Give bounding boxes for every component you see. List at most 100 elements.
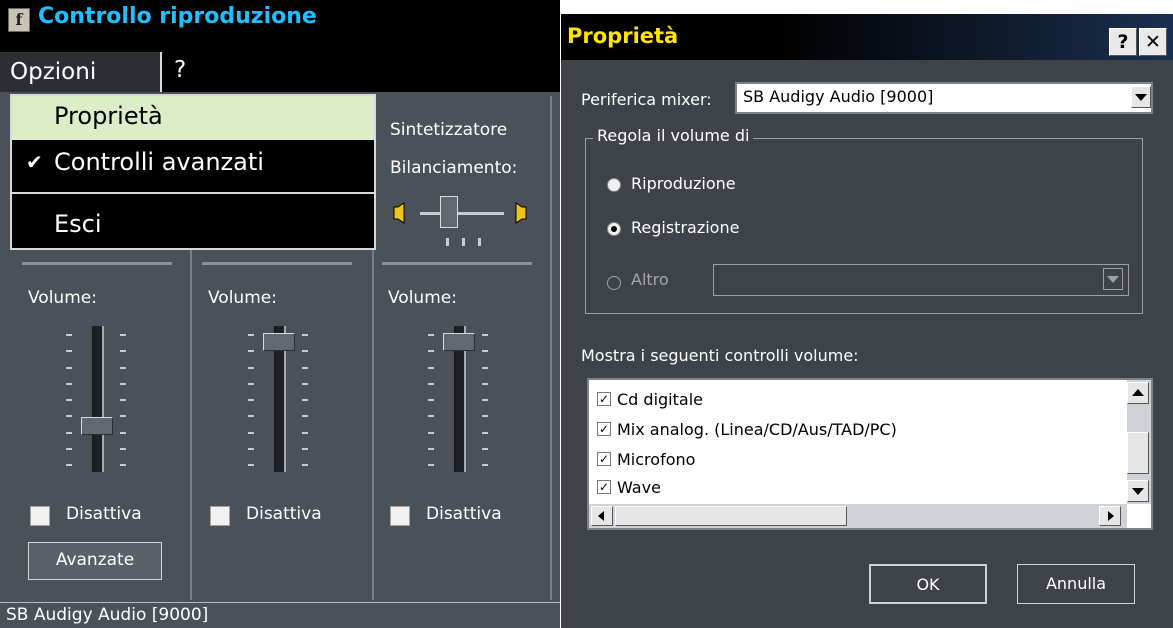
menu-item-controlli-avanzati[interactable]: ✔ Controlli avanzati [12, 142, 374, 186]
volume-tick [120, 431, 126, 434]
volume-tick [482, 464, 488, 466]
status-bar: SB Audigy Audio [9000] [0, 602, 560, 628]
volume-tick [66, 334, 72, 336]
volume-thumb[interactable] [81, 417, 113, 435]
scroll-right-button[interactable] [1099, 506, 1121, 526]
scroll-up-button[interactable] [1127, 382, 1149, 404]
volume-tick [120, 334, 126, 336]
volume-tick [302, 431, 308, 434]
list-item-checkbox[interactable]: ✓ [597, 452, 611, 466]
mixer-dropdown-button[interactable] [1131, 86, 1151, 108]
list-item-checkbox[interactable]: ✓ [597, 392, 611, 406]
volume-tick [66, 382, 72, 385]
scroll-down-button[interactable] [1127, 480, 1149, 502]
volume-tick [302, 447, 308, 450]
menu-item-esci[interactable]: Esci [12, 204, 374, 248]
volume-tick [482, 399, 488, 401]
volume-tick [428, 464, 434, 466]
volume-tick [428, 431, 434, 434]
volume-tick [302, 415, 308, 418]
column-separator [202, 262, 352, 265]
list-item-checkbox[interactable]: ✓ [597, 480, 611, 494]
ok-button[interactable]: OK [869, 564, 987, 604]
radio-altro[interactable] [607, 276, 621, 290]
app-icon[interactable]: f [8, 8, 30, 32]
column-separator [22, 262, 172, 265]
cancel-button[interactable]: Annulla [1017, 564, 1135, 604]
scroll-left-button[interactable] [591, 506, 613, 526]
controls-list[interactable]: ✓ Cd digitale ✓ Mix analog. (Linea/CD/Au… [587, 378, 1153, 530]
mute-checkbox[interactable] [210, 506, 230, 526]
volume-tick [66, 366, 72, 369]
volume-tick [248, 431, 254, 434]
volume-tick [302, 350, 308, 353]
mute-checkbox[interactable] [30, 506, 50, 526]
mute-checkbox[interactable] [390, 506, 410, 526]
volume-tick [248, 334, 254, 336]
volume-tick [428, 334, 434, 336]
menu-item-label: Controlli avanzati [54, 148, 264, 176]
volume-tick [66, 350, 72, 353]
volume-tick [428, 366, 434, 369]
mute-label: Disattiva [426, 504, 502, 524]
radio-registrazione[interactable] [607, 222, 621, 236]
chevron-right-icon [1108, 511, 1114, 521]
scroll-thumb[interactable] [1127, 432, 1149, 474]
chevron-down-icon [1132, 488, 1144, 495]
mute-label: Disattiva [246, 504, 322, 524]
close-button[interactable]: ✕ [1139, 28, 1167, 56]
volume-tick [482, 415, 488, 418]
volume-thumb[interactable] [443, 332, 475, 351]
help-button[interactable]: ? [1109, 28, 1137, 56]
volume-tick [120, 415, 126, 418]
column-divider [372, 250, 374, 600]
volume-tick [302, 382, 308, 385]
volume-tick [482, 366, 488, 369]
volume-tick [302, 464, 308, 466]
volume-tick [248, 415, 254, 418]
speaker-left-icon [392, 202, 406, 224]
altro-dropdown-button[interactable] [1103, 268, 1123, 290]
balance-tick [478, 238, 481, 246]
scroll-thumb[interactable] [615, 506, 847, 526]
volume-tick [66, 464, 72, 466]
volume-tick [120, 382, 126, 385]
volume-tick [482, 431, 488, 434]
radio-riproduzione[interactable] [607, 178, 621, 192]
volume-tick [66, 447, 72, 450]
mixer-value: SB Audigy Audio [9000] [743, 87, 934, 106]
radio-label: Altro [631, 270, 669, 289]
menu-item-proprieta[interactable]: Proprietà [12, 96, 374, 140]
menu-opzioni[interactable]: Opzioni [0, 52, 162, 92]
chevron-up-icon [1132, 389, 1144, 396]
advanced-button[interactable]: Avanzate [28, 542, 162, 580]
volume-tick [428, 382, 434, 385]
radio-selected-dot [611, 226, 617, 232]
volume-track[interactable] [92, 326, 104, 472]
chevron-left-icon [598, 511, 604, 521]
list-item-label: Mix analog. (Linea/CD/Aus/TAD/PC) [617, 420, 897, 439]
speaker-right-icon [514, 202, 528, 224]
volume-tick [302, 334, 308, 336]
volume-label: Volume: [388, 288, 457, 308]
group-label: Regola il volume di [593, 126, 754, 145]
volume-tick [120, 447, 126, 450]
volume-control-window: f Controllo riproduzione Opzioni ? Sinte… [0, 0, 560, 628]
chevron-down-icon [1107, 276, 1119, 283]
column-divider [550, 96, 552, 600]
volume-tick [248, 464, 254, 466]
menu-item-label: Proprietà [54, 102, 163, 130]
list-item-checkbox[interactable]: ✓ [597, 422, 611, 436]
balance-thumb[interactable] [440, 196, 458, 228]
controls-label: Mostra i seguenti controlli volume: [581, 346, 859, 365]
volume-tick [248, 366, 254, 369]
altro-select[interactable] [713, 264, 1129, 296]
balance-track[interactable] [420, 212, 504, 215]
balance-label: Bilanciamento: [390, 158, 518, 178]
mixer-select[interactable]: SB Audigy Audio [9000] [735, 82, 1153, 114]
volume-thumb[interactable] [263, 332, 295, 351]
options-dropdown-menu: Proprietà ✔ Controlli avanzati Esci [10, 94, 376, 250]
volume-tick [66, 399, 72, 401]
menu-help[interactable]: ? [172, 52, 186, 92]
dialog-title: Proprietà [567, 24, 679, 48]
